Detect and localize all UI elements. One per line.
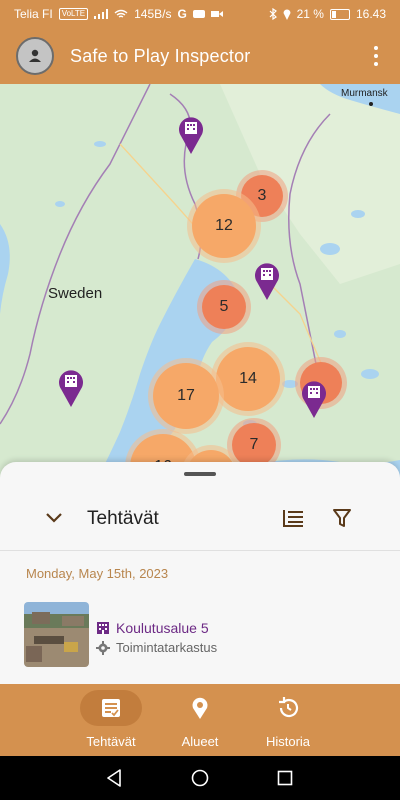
nav-item-historia[interactable]: Historia — [238, 684, 338, 756]
nav-label: Alueet — [181, 734, 219, 749]
building-pin-icon[interactable] — [300, 378, 328, 418]
battery-icon — [329, 8, 350, 20]
wifi-icon — [114, 9, 128, 18]
nav-label: Historia — [265, 734, 311, 749]
bluetooth-icon — [269, 8, 277, 20]
chevron-down-icon[interactable] — [44, 510, 64, 526]
map-view[interactable]: Murmansk Sweden 3 12 5 14 17 7 16 — [0, 84, 400, 484]
app-title: Safe to Play Inspector — [70, 46, 251, 66]
sheet-header: Tehtävät — [0, 486, 400, 551]
map-label-country: Sweden — [48, 285, 103, 302]
battery-percent: 21 % — [296, 7, 324, 21]
map-cluster[interactable]: 5 — [202, 285, 246, 329]
task-subtitle: Toimintatarkastus — [116, 640, 218, 655]
teams-icon — [192, 10, 205, 18]
map-cluster[interactable]: 12 — [192, 194, 256, 258]
location-icon — [283, 9, 291, 20]
net-speed-label: 145B/s — [134, 7, 172, 21]
bottom-navigation: Tehtävät Alueet Historia — [0, 684, 400, 756]
date-group-label: Monday, May 15th, 2023 — [26, 566, 169, 581]
app-bar: Safe to Play Inspector — [0, 28, 400, 84]
nav-item-alueet[interactable]: Alueet — [150, 684, 250, 756]
task-title: Koulutusalue 5 — [116, 620, 209, 636]
building-pin-icon[interactable] — [253, 260, 281, 300]
history-icon — [279, 697, 299, 718]
location-pin-icon — [192, 697, 208, 719]
sheet-drag-handle[interactable] — [184, 472, 216, 476]
system-navigation-bar — [0, 756, 400, 800]
person-icon — [29, 49, 41, 62]
task-list-item[interactable]: Koulutusalue 5 Toimintatarkastus — [0, 598, 400, 674]
avatar[interactable] — [16, 37, 54, 75]
video-icon — [210, 11, 223, 17]
sort-list-icon[interactable] — [282, 508, 304, 528]
building-icon — [97, 622, 109, 634]
map-label-city: Murmansk — [341, 88, 388, 99]
tasks-sheet: Tehtävät Monday, May 15th, 2023 Koulutus… — [0, 462, 400, 684]
recents-icon[interactable] — [277, 770, 293, 786]
status-bar: Telia FI VoLTE 145B/s G 21 % 16.43 — [0, 0, 400, 28]
signal-icon — [94, 9, 109, 19]
nav-label: Tehtävät — [86, 734, 136, 749]
task-icon — [102, 699, 120, 717]
google-icon: G — [177, 7, 187, 21]
back-icon[interactable] — [106, 769, 122, 787]
filter-icon[interactable] — [332, 508, 352, 528]
clock: 16.43 — [355, 7, 386, 21]
gear-icon — [96, 640, 110, 655]
nav-item-tehtavat[interactable]: Tehtävät — [61, 684, 161, 756]
building-pin-icon[interactable] — [177, 114, 205, 154]
more-vert-icon[interactable] — [370, 44, 382, 68]
sheet-title: Tehtävät — [87, 508, 159, 529]
map-cluster[interactable]: 17 — [153, 363, 219, 429]
volte-badge: VoLTE — [58, 8, 89, 20]
carrier-label: Telia FI — [14, 7, 53, 21]
home-icon[interactable] — [191, 769, 209, 787]
map-cluster[interactable]: 14 — [216, 347, 280, 411]
task-title-row: Koulutusalue 5 — [96, 620, 209, 636]
building-pin-icon[interactable] — [57, 367, 85, 407]
map-cluster[interactable]: 7 — [232, 423, 276, 467]
task-thumbnail — [24, 602, 89, 667]
task-subtitle-row: Toimintatarkastus — [96, 640, 217, 655]
